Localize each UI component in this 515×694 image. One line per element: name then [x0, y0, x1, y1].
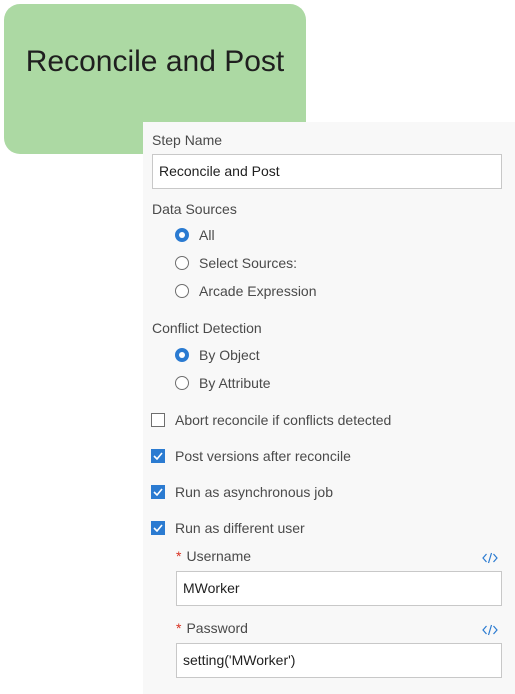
username-label-row: * Username [176, 548, 251, 564]
radio-selected-icon[interactable] [175, 228, 189, 242]
checkmark-icon [153, 488, 163, 496]
checkbox-label: Run as asynchronous job [175, 484, 333, 500]
checkbox-unchecked-icon[interactable] [151, 413, 165, 427]
abort-reconcile-checkbox-row[interactable]: Abort reconcile if conflicts detected [151, 412, 391, 428]
conflict-option-by-attribute[interactable]: By Attribute [175, 375, 271, 391]
code-expression-icon[interactable] [482, 551, 498, 565]
checkbox-label: Abort reconcile if conflicts detected [175, 412, 392, 428]
required-indicator: * [176, 548, 182, 564]
post-versions-checkbox-row[interactable]: Post versions after reconcile [151, 448, 351, 464]
checkbox-label: Post versions after reconcile [175, 448, 351, 464]
checkmark-icon [153, 452, 163, 460]
data-sources-option-label: Select Sources: [199, 255, 298, 271]
radio-unselected-icon[interactable] [175, 256, 189, 270]
checkbox-checked-icon[interactable] [151, 449, 165, 463]
conflict-detection-label: Conflict Detection [152, 320, 262, 336]
step-name-label: Step Name [152, 132, 223, 148]
data-sources-option-arcade-expression[interactable]: Arcade Expression [175, 283, 317, 299]
password-label: Password [186, 620, 248, 636]
data-sources-option-label: All [199, 227, 215, 243]
different-user-checkbox-row[interactable]: Run as different user [151, 520, 305, 536]
conflict-option-label: By Attribute [199, 375, 271, 391]
checkbox-label: Run as different user [175, 520, 305, 536]
step-properties-panel: Step Name Reconcile and Post Data Source… [143, 122, 515, 694]
checkbox-checked-icon[interactable] [151, 521, 165, 535]
checkmark-icon [153, 524, 163, 532]
step-name-input[interactable]: Reconcile and Post [152, 154, 502, 189]
checkbox-checked-icon[interactable] [151, 485, 165, 499]
async-job-checkbox-row[interactable]: Run as asynchronous job [151, 484, 333, 500]
radio-unselected-icon[interactable] [175, 284, 189, 298]
data-sources-option-all[interactable]: All [175, 227, 215, 243]
code-expression-icon[interactable] [482, 623, 498, 637]
password-label-row: * Password [176, 620, 248, 636]
step-node-title: Reconcile and Post [25, 45, 285, 78]
data-sources-option-select-sources[interactable]: Select Sources: [175, 255, 297, 271]
data-sources-label: Data Sources [152, 201, 237, 217]
conflict-option-by-object[interactable]: By Object [175, 347, 260, 363]
data-sources-option-label: Arcade Expression [199, 283, 317, 299]
required-indicator: * [176, 620, 182, 636]
radio-unselected-icon[interactable] [175, 376, 189, 390]
conflict-option-label: By Object [199, 347, 260, 363]
radio-selected-icon[interactable] [175, 348, 189, 362]
username-label: Username [186, 548, 252, 564]
password-input[interactable]: setting('MWorker') [176, 643, 502, 678]
username-input[interactable]: MWorker [176, 571, 502, 606]
